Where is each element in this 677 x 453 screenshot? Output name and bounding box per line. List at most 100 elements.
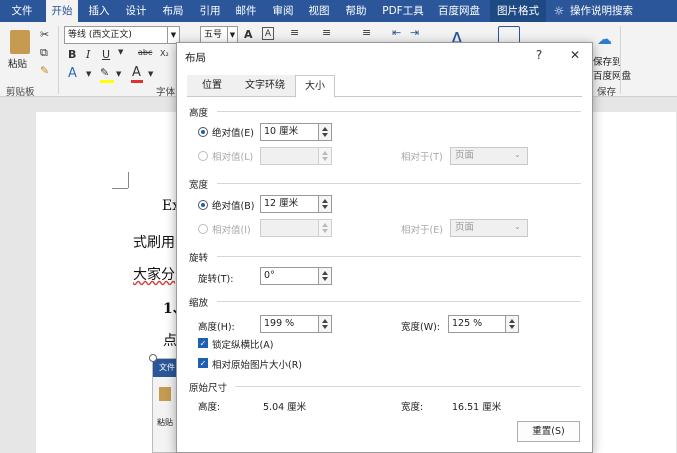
tab-mailings[interactable]: 邮件 bbox=[229, 0, 263, 22]
original-section-title: 原始尺寸 bbox=[189, 383, 228, 394]
reset-button[interactable]: 重置(S) bbox=[517, 421, 580, 442]
height-relative-stepper[interactable] bbox=[319, 147, 332, 165]
tab-home[interactable]: 开始 bbox=[46, 0, 78, 22]
width-absolute-input[interactable]: 12 厘米 bbox=[260, 195, 319, 213]
scale-width-label: 宽度(W): bbox=[401, 322, 441, 333]
height-absolute-stepper[interactable] bbox=[319, 123, 332, 141]
width-relative-label[interactable]: 相对值(I) bbox=[212, 222, 251, 236]
tab-pdf-tools[interactable]: PDF工具 bbox=[378, 0, 428, 22]
bold-icon[interactable]: B bbox=[68, 48, 76, 61]
text-cursor-mark bbox=[128, 172, 129, 188]
chevron-down-icon[interactable]: ▼ bbox=[86, 70, 91, 78]
chevron-down-icon[interactable]: ▼ bbox=[116, 70, 121, 78]
font-color-icon[interactable]: A bbox=[132, 65, 141, 80]
decrease-indent-icon[interactable]: ⇤ bbox=[392, 26, 401, 39]
scale-width-stepper[interactable] bbox=[506, 315, 519, 333]
tab-review[interactable]: 审阅 bbox=[266, 0, 300, 22]
height-relative-label[interactable]: 相对值(L) bbox=[212, 149, 253, 163]
copy-icon[interactable]: ⧉ bbox=[40, 46, 48, 60]
bullets-icon[interactable]: ≡ bbox=[290, 26, 299, 39]
height-absolute-radio[interactable] bbox=[198, 127, 208, 137]
multilevel-list-icon[interactable]: ≡ bbox=[362, 26, 371, 39]
height-absolute-label[interactable]: 绝对值(E) bbox=[212, 125, 254, 139]
tab-position[interactable]: 位置 bbox=[191, 75, 233, 97]
width-relative-radio[interactable] bbox=[198, 224, 208, 234]
resize-handle[interactable] bbox=[149, 354, 157, 362]
height-section-title: 高度 bbox=[189, 108, 209, 119]
cut-icon[interactable]: ✂ bbox=[40, 28, 49, 41]
save-group-label: 保存 bbox=[597, 87, 617, 98]
paste-label[interactable]: 粘贴 bbox=[8, 56, 27, 70]
underline-icon[interactable]: U bbox=[102, 48, 110, 61]
height-relative-radio[interactable] bbox=[198, 151, 208, 161]
tab-picture-format[interactable]: 图片格式 bbox=[490, 0, 546, 22]
width-absolute-label[interactable]: 绝对值(B) bbox=[212, 198, 254, 212]
lock-aspect-checkbox[interactable]: ✓ bbox=[198, 338, 208, 348]
italic-icon[interactable]: I bbox=[86, 48, 90, 61]
divider bbox=[217, 111, 581, 112]
increase-indent-icon[interactable]: ⇥ bbox=[410, 26, 419, 39]
strikethrough-icon[interactable]: abc bbox=[138, 48, 152, 57]
tab-references[interactable]: 引用 bbox=[193, 0, 227, 22]
doc-line: 点 bbox=[163, 333, 177, 349]
width-absolute-radio[interactable] bbox=[198, 200, 208, 210]
tab-design[interactable]: 设计 bbox=[120, 0, 152, 22]
tab-layout[interactable]: 布局 bbox=[156, 0, 190, 22]
cloud-icon[interactable]: ☁ bbox=[597, 30, 612, 48]
height-absolute-input[interactable]: 10 厘米 bbox=[260, 123, 319, 141]
divider bbox=[217, 183, 581, 184]
margin-mark bbox=[112, 188, 128, 189]
format-painter-icon[interactable]: ✎ bbox=[40, 64, 49, 77]
rotate-input[interactable]: 0° bbox=[260, 267, 319, 285]
dialog-title: 布局 bbox=[185, 52, 206, 64]
width-absolute-stepper[interactable] bbox=[319, 195, 332, 213]
divider bbox=[217, 301, 581, 302]
tab-insert[interactable]: 插入 bbox=[82, 0, 116, 22]
ribbon-tab-bar: 文件 开始 插入 设计 布局 引用 邮件 审阅 视图 帮助 PDF工具 百度网盘… bbox=[0, 0, 677, 22]
scale-height-input[interactable]: 199 % bbox=[260, 315, 319, 333]
tell-me-search[interactable]: 操作说明搜索 bbox=[570, 0, 670, 22]
subscript-icon[interactable]: X₂ bbox=[160, 49, 169, 58]
relative-original-label[interactable]: 相对原始图片大小(R) bbox=[212, 357, 302, 371]
width-relative-stepper[interactable] bbox=[319, 219, 332, 237]
tab-file[interactable]: 文件 bbox=[0, 0, 44, 22]
scale-width-input[interactable]: 125 % bbox=[448, 315, 506, 333]
help-button[interactable]: ? bbox=[529, 45, 549, 65]
font-color-bar bbox=[131, 80, 143, 83]
close-button[interactable]: ✕ bbox=[565, 45, 585, 65]
highlight-icon[interactable]: ✎ bbox=[100, 66, 109, 79]
inset-paste-label: 粘贴 bbox=[157, 418, 173, 427]
chevron-down-icon: ⌄ bbox=[514, 222, 521, 231]
original-width-value: 16.51 厘米 bbox=[452, 402, 502, 413]
divider bbox=[620, 26, 621, 94]
tab-view[interactable]: 视图 bbox=[302, 0, 336, 22]
height-relative-to-label: 相对于(T) bbox=[401, 152, 443, 163]
lock-aspect-label[interactable]: 锁定纵横比(A) bbox=[212, 337, 273, 351]
rotate-label: 旋转(T): bbox=[198, 274, 234, 285]
rotate-stepper[interactable] bbox=[319, 267, 332, 285]
chevron-down-icon[interactable]: ▼ bbox=[148, 70, 153, 78]
doc-line: 式刷用 bbox=[133, 235, 175, 251]
char-border-icon[interactable]: A bbox=[262, 27, 274, 40]
height-relative-input[interactable] bbox=[260, 147, 319, 165]
tab-text-wrapping[interactable]: 文字环绕 bbox=[235, 75, 295, 97]
font-name-box[interactable]: 等线 (西文正文) bbox=[64, 26, 168, 44]
paste-icon[interactable] bbox=[10, 30, 30, 54]
highlight-color-bar bbox=[100, 80, 114, 83]
baidu-save-line1[interactable]: 保存到 bbox=[593, 54, 622, 68]
numbering-icon[interactable]: ≡ bbox=[322, 26, 331, 39]
scale-height-stepper[interactable] bbox=[319, 315, 332, 333]
tab-help[interactable]: 帮助 bbox=[339, 0, 373, 22]
lightbulb-icon: ☼ bbox=[553, 4, 565, 18]
relative-original-checkbox[interactable]: ✓ bbox=[198, 358, 208, 368]
tab-baidu[interactable]: 百度网盘 bbox=[432, 0, 486, 22]
baidu-save-line2[interactable]: 百度网盘 bbox=[593, 68, 631, 82]
font-grow-icon[interactable]: A bbox=[244, 28, 253, 41]
text-effects-icon[interactable]: A bbox=[68, 66, 77, 81]
rotate-section-title: 旋转 bbox=[189, 253, 209, 264]
chevron-down-icon[interactable]: ▼ bbox=[118, 48, 123, 56]
original-height-label: 高度: bbox=[198, 402, 221, 413]
tab-size[interactable]: 大小 bbox=[295, 75, 335, 98]
width-relative-input[interactable] bbox=[260, 219, 319, 237]
clipboard-group-label: 剪贴板 bbox=[6, 87, 35, 98]
